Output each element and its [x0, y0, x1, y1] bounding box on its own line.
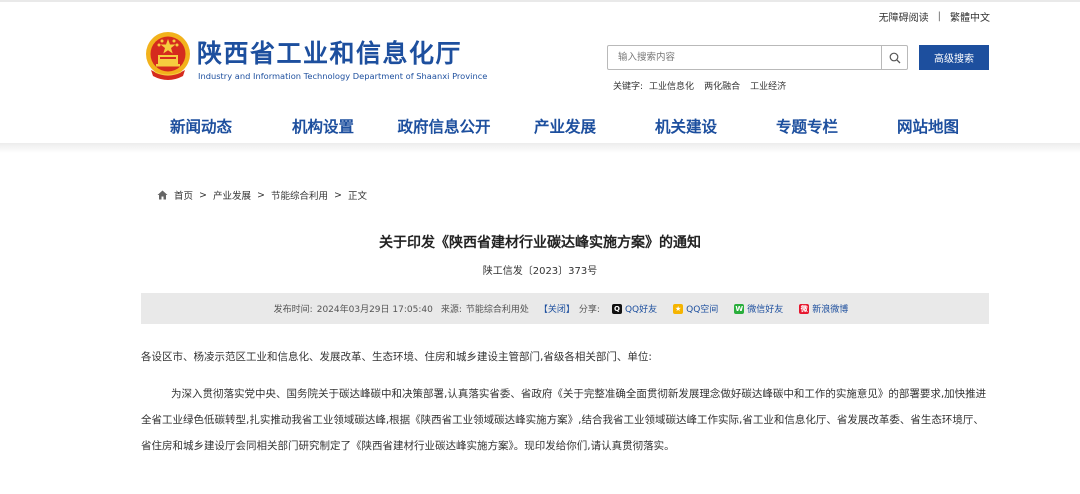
- search-button[interactable]: [881, 46, 907, 69]
- qq-icon: Q: [611, 303, 622, 314]
- nav-shadow: [0, 143, 1080, 153]
- keyword-link[interactable]: 工业信息化: [649, 79, 694, 92]
- article-salutation: 各设区市、杨凌示范区工业和信息化、发展改革、生态环境、住房和城乡建设主管部门,省…: [141, 351, 652, 363]
- nav-item-news[interactable]: 新闻动态: [141, 115, 261, 137]
- breadcrumb: 首页 > 产业发展 > 节能综合利用 > 正文: [157, 188, 367, 202]
- nav-item-agency[interactable]: 机关建设: [626, 115, 746, 137]
- accessibility-link[interactable]: 无障碍阅读: [879, 9, 929, 24]
- traditional-chinese-link[interactable]: 繁體中文: [950, 9, 990, 24]
- breadcrumb-home[interactable]: 首页: [174, 188, 193, 202]
- nav-item-organization[interactable]: 机构设置: [263, 115, 383, 137]
- keyword-link[interactable]: 两化融合: [704, 79, 740, 92]
- publish-time-label: 发布时间:: [273, 305, 313, 315]
- document-number: 陕工信发〔2023〕373号: [482, 266, 598, 277]
- national-emblem[interactable]: [143, 30, 193, 84]
- main-nav: 新闻动态 机构设置 政府信息公开 产业发展 机关建设 专题专栏 网站地图: [141, 115, 991, 137]
- keyword-link[interactable]: 工业经济: [750, 79, 786, 92]
- breadcrumb-industry[interactable]: 产业发展: [213, 188, 251, 202]
- site-title-en: Industry and Information Technology Depa…: [198, 71, 488, 81]
- util-separator: |: [937, 11, 941, 22]
- nav-item-gov-info[interactable]: 政府信息公开: [384, 115, 504, 137]
- keywords-label: 关键字:: [613, 82, 644, 92]
- share-qzone[interactable]: ★ QQ空间: [673, 302, 722, 315]
- share-label-weibo: 新浪微博: [812, 305, 849, 315]
- advanced-search-button[interactable]: 高级搜索: [919, 45, 989, 70]
- nav-item-topics[interactable]: 专题专栏: [747, 115, 867, 137]
- breadcrumb-energy-saving[interactable]: 节能综合利用: [271, 188, 328, 202]
- article-paragraph: 为深入贯彻落实党中央、国务院关于碳达峰碳中和决策部署,认真落实省委、省政府《关于…: [141, 388, 987, 452]
- source-value: 节能综合利用处: [465, 305, 529, 315]
- wechat-icon: W: [734, 303, 745, 314]
- share-label: 分享:: [578, 305, 600, 315]
- share-weibo[interactable]: 微 新浪微博: [799, 302, 852, 315]
- utility-links: 无障碍阅读 | 繁體中文: [879, 9, 990, 24]
- share-label-qq: QQ好友: [624, 305, 658, 315]
- share-wechat[interactable]: W 微信好友: [734, 302, 787, 315]
- search-icon: [889, 52, 900, 63]
- nav-item-sitemap[interactable]: 网站地图: [868, 115, 988, 137]
- nav-item-industry[interactable]: 产业发展: [505, 115, 625, 137]
- qzone-icon: ★: [673, 303, 684, 314]
- search-keywords: 关键字: 工业信息化 两化融合 工业经济: [613, 79, 796, 92]
- breadcrumb-separator: >: [333, 189, 342, 201]
- article-title: 关于印发《陕西省建材行业碳达峰实施方案》的通知: [379, 235, 701, 251]
- weibo-icon: 微: [799, 303, 810, 314]
- breadcrumb-separator: >: [199, 189, 207, 201]
- article-meta-bar: 发布时间: 2024年03月29日 17:05:40 来源: 节能综合利用处 【…: [141, 293, 989, 324]
- breadcrumb-separator: >: [257, 189, 265, 201]
- share-qq-friend[interactable]: Q QQ好友: [611, 302, 661, 315]
- top-strip: [0, 0, 1080, 2]
- share-label-wechat: 微信好友: [747, 305, 784, 315]
- source-label: 来源:: [440, 305, 462, 315]
- home-icon: [157, 190, 168, 200]
- breadcrumb-current: 正文: [347, 191, 367, 202]
- share-label-qzone: QQ空间: [686, 305, 719, 315]
- search-box: [607, 45, 908, 70]
- publish-time: 2024年03月29日 17:05:40: [316, 305, 433, 315]
- search-input[interactable]: [608, 46, 882, 69]
- site-title-cn[interactable]: 陕西省工业和信息化厅: [197, 34, 462, 70]
- close-link[interactable]: 【关闭】: [539, 302, 575, 315]
